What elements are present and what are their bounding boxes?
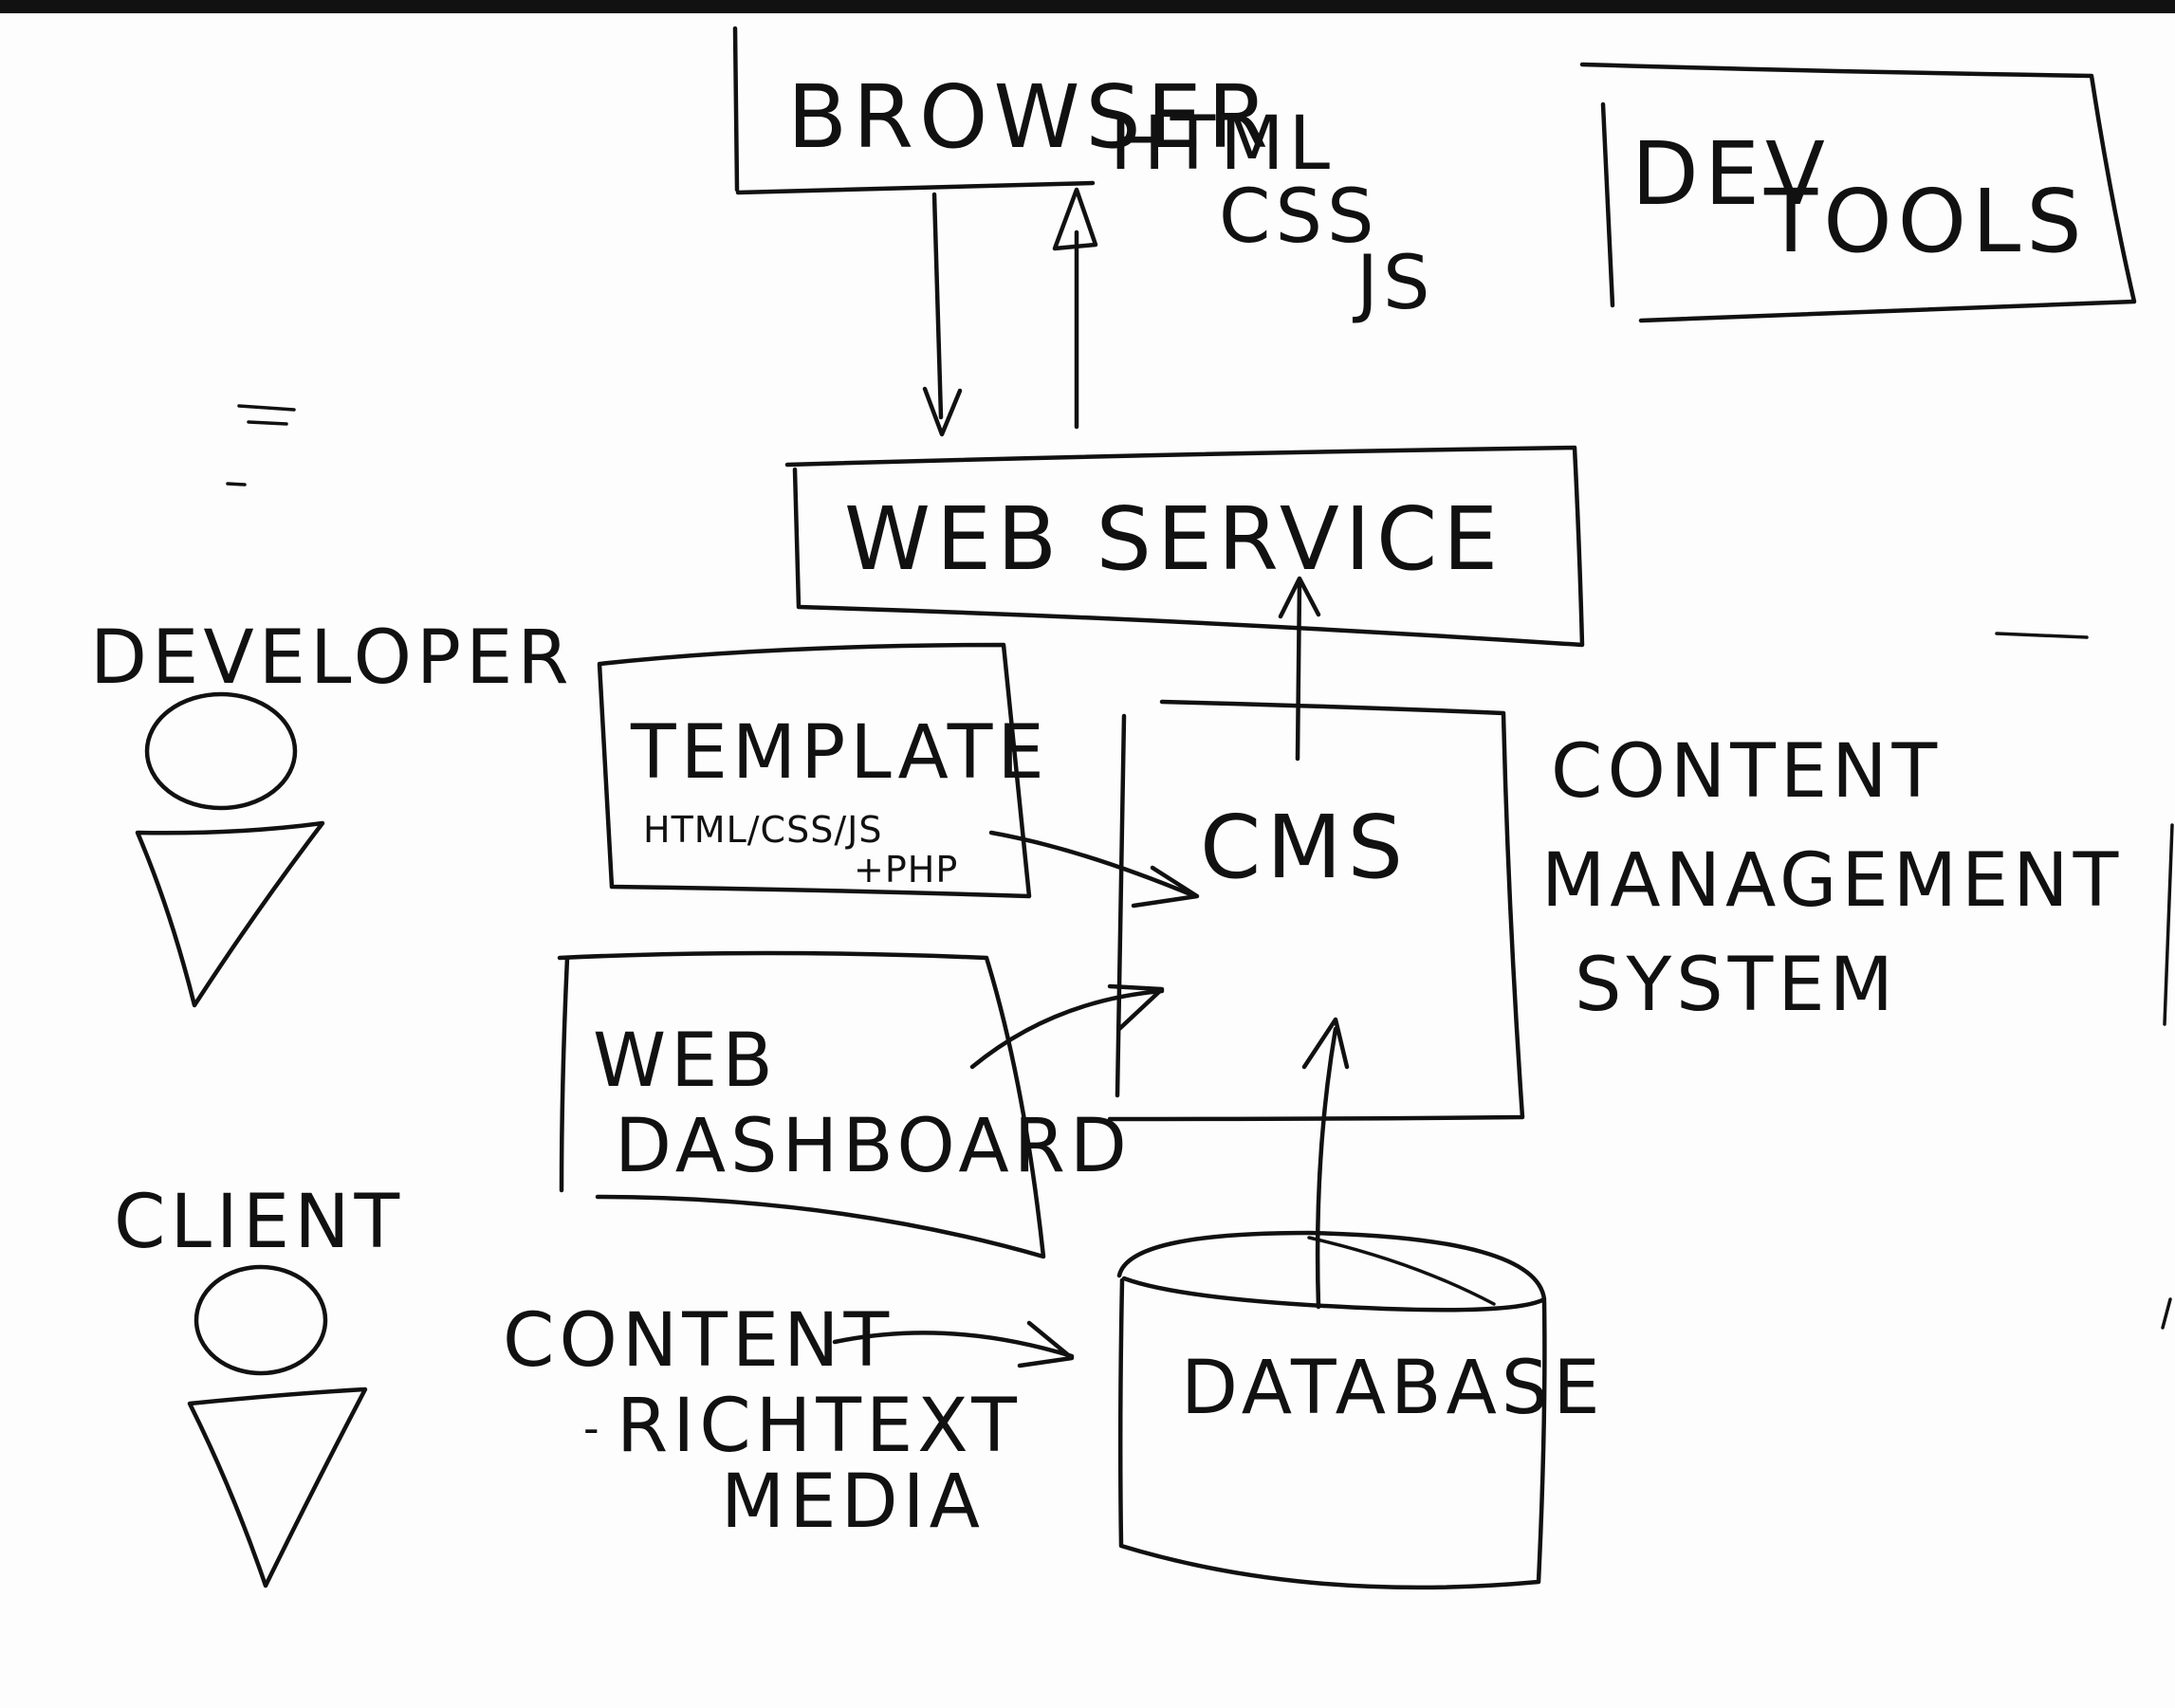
dev-tools-box: DEV TOOLS bbox=[1579, 62, 2137, 323]
web-dashboard-box: WEB DASHBOARD bbox=[557, 950, 1132, 1259]
output-css: CSS bbox=[1219, 174, 1379, 260]
client-body bbox=[187, 1387, 368, 1589]
web-dashboard-line1: WEB bbox=[593, 1019, 778, 1104]
content-item-richtext: RICHTEXT bbox=[617, 1384, 1022, 1469]
developer-actor: DEVELOPER bbox=[90, 615, 574, 1008]
web-service-label: WEB SERVICE bbox=[844, 488, 1503, 590]
whiteboard: BROWSER HTML CSS JS DEV TOOLS WEB SERVIC… bbox=[0, 0, 2175, 1708]
cms-web-service-arrow bbox=[1278, 576, 1321, 762]
client-head bbox=[194, 1264, 328, 1376]
cms-desc-line1: CONTENT bbox=[1551, 729, 1942, 815]
dev-tools-line2: TOOLS bbox=[1763, 171, 2088, 272]
developer-body bbox=[135, 820, 325, 1008]
template-title: TEMPLATE bbox=[630, 710, 1049, 796]
browser-web-service-arrows bbox=[922, 187, 1098, 437]
dashboard-cms-arrow bbox=[969, 983, 1165, 1070]
cms-desc-line2: MANAGEMENT bbox=[1541, 838, 2123, 924]
diagram-canvas: BROWSER HTML CSS JS DEV TOOLS WEB SERVIC… bbox=[0, 0, 2175, 1590]
content-item-media: MEDIA bbox=[721, 1460, 985, 1545]
cms-description: CONTENT MANAGEMENT SYSTEM bbox=[1541, 729, 2123, 1028]
template-box: TEMPLATE HTML/CSS/JS +PHP bbox=[597, 642, 1049, 899]
board-top-edge bbox=[0, 0, 2175, 13]
developer-label: DEVELOPER bbox=[90, 615, 574, 701]
browser-output-list: HTML CSS JS bbox=[1110, 101, 1435, 326]
database-cms-arrow bbox=[1301, 1017, 1350, 1310]
database-label: DATABASE bbox=[1181, 1346, 1605, 1431]
cms-label: CMS bbox=[1200, 797, 1409, 898]
cms-desc-line3: SYSTEM bbox=[1575, 943, 1898, 1028]
web-service-box: WEB SERVICE bbox=[784, 445, 1585, 648]
cms-box: CMS bbox=[1107, 699, 1525, 1122]
client-actor: CLIENT bbox=[114, 1180, 404, 1589]
web-dashboard-line2: DASHBOARD bbox=[615, 1104, 1132, 1189]
template-sub1: HTML/CSS/JS bbox=[643, 809, 882, 851]
template-sub2: +PHP bbox=[854, 849, 958, 891]
developer-head bbox=[144, 691, 298, 811]
content-dash: - bbox=[583, 1403, 601, 1454]
client-label: CLIENT bbox=[114, 1180, 404, 1265]
request-arrow-line bbox=[931, 192, 944, 420]
database-cylinder: DATABASE bbox=[1116, 1230, 1605, 1590]
output-js: JS bbox=[1352, 241, 1435, 326]
